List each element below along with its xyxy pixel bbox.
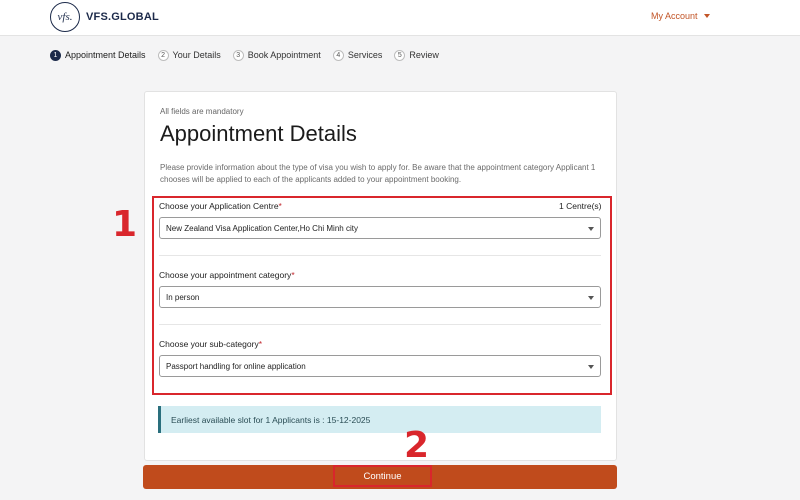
step-label: Services xyxy=(347,50,383,60)
top-header: vfs. VFS.GLOBAL My Account xyxy=(0,0,800,36)
earliest-slot-text: Earliest available slot for 1 Applicants… xyxy=(171,414,371,425)
step-services: 4 Services xyxy=(332,49,383,61)
step-label: Appointment Details xyxy=(65,50,146,60)
mandatory-note: All fields are mandatory xyxy=(160,107,244,116)
brand-name: VFS.GLOBAL xyxy=(86,11,159,23)
step-label: Your Details xyxy=(172,50,221,60)
annotation-number-2: 2 xyxy=(404,425,430,466)
step-appointment-details: 1 Appointment Details xyxy=(50,49,146,61)
step-number: 3 xyxy=(232,49,244,61)
step-number: 1 xyxy=(50,49,61,61)
caret-down-icon xyxy=(703,14,710,18)
my-account-label: My Account xyxy=(651,11,698,21)
step-review: 5 Review xyxy=(394,49,439,61)
my-account-menu[interactable]: My Account xyxy=(651,11,710,21)
step-book-appointment: 3 Book Appointment xyxy=(232,49,321,61)
form-description: Please provide information about the typ… xyxy=(160,163,596,184)
annotation-highlight-box-continue xyxy=(333,465,432,487)
step-number: 4 xyxy=(332,49,344,61)
annotation-number-1: 1 xyxy=(112,204,138,245)
step-label: Book Appointment xyxy=(247,50,321,60)
step-number: 5 xyxy=(394,49,406,61)
step-number: 2 xyxy=(157,49,169,61)
vfs-logo[interactable]: vfs. xyxy=(50,2,80,32)
page-title: Appointment Details xyxy=(160,121,357,146)
step-label: Review xyxy=(409,50,439,60)
step-your-details: 2 Your Details xyxy=(157,49,221,61)
annotation-highlight-box-fields xyxy=(152,196,612,395)
earliest-slot-info: Earliest available slot for 1 Applicants… xyxy=(158,406,601,433)
progress-stepper: 1 Appointment Details 2 Your Details 3 B… xyxy=(50,48,451,62)
